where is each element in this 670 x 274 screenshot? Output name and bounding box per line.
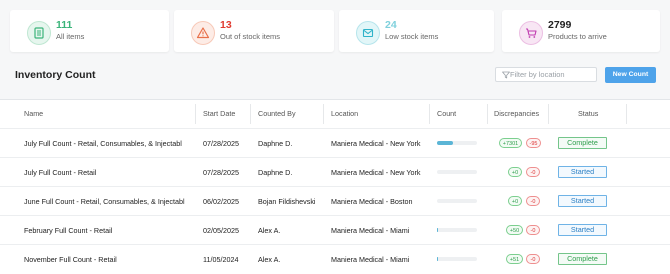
column-divider [323, 104, 324, 124]
page-title: Inventory Count [15, 69, 96, 81]
warning-icon [191, 21, 215, 45]
column-header-name[interactable]: Name [24, 100, 43, 128]
column-header-discrepancies[interactable]: Discrepancies [494, 100, 539, 128]
count-progress-bar [437, 141, 477, 145]
column-header-location[interactable]: Location [331, 100, 358, 128]
count-progress-bar [437, 199, 477, 203]
count-name[interactable]: November Full Count - Retail [24, 245, 117, 274]
location: Maniera Medical - New York [331, 168, 421, 177]
count-name[interactable]: February Full Count - Retail [24, 216, 112, 245]
counted-by: Bojan Fildishevski [258, 197, 316, 206]
card-out-of-stock[interactable]: 13 Out of stock items [174, 10, 334, 52]
card-low-stock[interactable]: 24 Low stock items [339, 10, 494, 52]
discrepancy-plus-badge: +50 [506, 225, 523, 235]
discrepancy-minus-badge: -0 [526, 225, 540, 235]
column-divider [195, 104, 196, 124]
count-progress-fill [437, 257, 438, 261]
discrepancy-minus-badge: -95 [526, 138, 541, 148]
count-progress-bar [437, 228, 477, 232]
table-row[interactable]: November Full Count - Retail 11/05/2024 … [0, 244, 670, 274]
low-stock-label: Low stock items [385, 32, 439, 41]
discrepancy-plus-badge: +0 [508, 167, 522, 177]
column-divider [626, 104, 627, 124]
discrepancy-plus-badge: +51 [506, 254, 523, 264]
status-badge: Started [558, 166, 607, 178]
count-name[interactable]: July Full Count - Retail, Consumables, &… [24, 129, 182, 158]
products-to-arrive-count: 2799 [548, 19, 572, 31]
counted-by: Alex A. [258, 226, 281, 235]
discrepancy-plus-badge: +7301 [499, 138, 522, 148]
cart-icon [519, 21, 543, 45]
location: Maniera Medical - Boston [331, 197, 413, 206]
column-header-count[interactable]: Count [437, 100, 456, 128]
table-row[interactable]: June Full Count - Retail, Consumables, &… [0, 186, 670, 216]
start-date: 11/05/2024 [203, 255, 239, 264]
count-name[interactable]: July Full Count - Retail [24, 158, 96, 187]
location: Maniera Medical - Miami [331, 226, 410, 235]
discrepancy-minus-badge: -0 [526, 196, 540, 206]
low-stock-count: 24 [385, 19, 397, 31]
count-progress-bar [437, 257, 477, 261]
start-date: 06/02/2025 [203, 197, 239, 206]
column-divider [548, 104, 549, 124]
location: Maniera Medical - New York [331, 139, 421, 148]
location-filter[interactable] [495, 67, 597, 82]
column-header-start-date[interactable]: Start Date [203, 100, 235, 128]
discrepancy-minus-badge: -0 [526, 254, 540, 264]
count-name[interactable]: June Full Count - Retail, Consumables, &… [24, 187, 185, 216]
card-products-to-arrive[interactable]: 2799 Products to arrive [502, 10, 660, 52]
status-badge: Complete [558, 137, 607, 149]
discrepancy-plus-badge: +0 [508, 196, 522, 206]
all-items-label: All items [56, 32, 85, 41]
counted-by: Daphne D. [258, 139, 293, 148]
status-badge: Started [558, 224, 607, 236]
new-count-button[interactable]: New Count [605, 67, 656, 83]
column-header-status[interactable]: Status [578, 100, 598, 128]
start-date: 07/28/2025 [203, 139, 239, 148]
start-date: 02/05/2025 [203, 226, 239, 235]
status-badge: Started [558, 195, 607, 207]
column-divider [487, 104, 488, 124]
table-row[interactable]: February Full Count - Retail 02/05/2025 … [0, 215, 670, 245]
count-progress-bar [437, 170, 477, 174]
discrepancy-minus-badge: -0 [526, 167, 540, 177]
column-divider [429, 104, 430, 124]
products-to-arrive-label: Products to arrive [548, 32, 607, 41]
column-header-counted-by[interactable]: Counted By [258, 100, 296, 128]
all-items-count: 111 [56, 19, 73, 31]
status-badge: Complete [558, 253, 607, 265]
filter-icon [502, 71, 510, 79]
count-progress-fill [437, 141, 453, 145]
counted-by: Alex A. [258, 255, 281, 264]
counted-by: Daphne D. [258, 168, 293, 177]
table-row[interactable]: July Full Count - Retail 07/28/2025 Daph… [0, 157, 670, 187]
summary-cards: 111 All items 13 Out of stock items 24 L… [10, 10, 660, 52]
location: Maniera Medical - Miami [331, 255, 410, 264]
card-all-items[interactable]: 111 All items [10, 10, 169, 52]
location-filter-input[interactable] [510, 68, 594, 81]
inventory-count-table: Name Start Date Counted By Location Coun… [0, 99, 670, 274]
column-divider [250, 104, 251, 124]
out-of-stock-label: Out of stock items [220, 32, 281, 41]
list-icon [27, 21, 51, 45]
out-of-stock-count: 13 [220, 19, 232, 31]
table-row[interactable]: July Full Count - Retail, Consumables, &… [0, 128, 670, 158]
count-progress-fill [437, 228, 438, 232]
start-date: 07/28/2025 [203, 168, 239, 177]
box-icon [356, 21, 380, 45]
